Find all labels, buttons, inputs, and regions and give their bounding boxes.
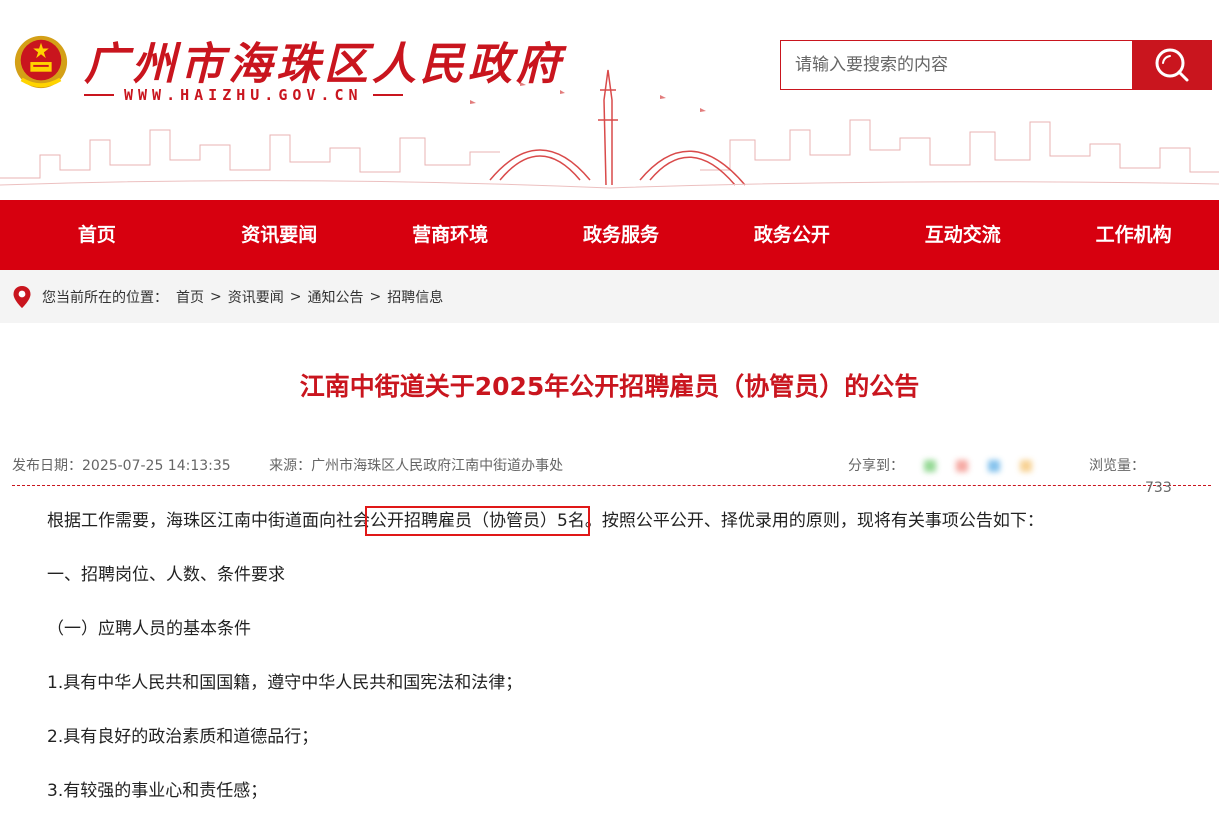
national-emblem-icon [14, 35, 68, 89]
publish-date: 2025-07-25 14:13:35 [82, 458, 231, 474]
article-title: 江南中街道关于2025年公开招聘雇员（协管员）的公告 [299, 372, 920, 401]
source-info: 来源：广州市海珠区人民政府江南中街道办事处 [269, 458, 563, 474]
divider-line [372, 94, 403, 96]
nav-interaction[interactable]: 互动交流 [877, 200, 1048, 270]
search-input[interactable] [781, 41, 1132, 89]
breadcrumb-separator: > [210, 288, 222, 305]
breadcrumb-news[interactable]: 资讯要闻 [228, 287, 284, 307]
source-label: 来源： [269, 458, 312, 474]
breadcrumb-prefix: 您当前所在的位置： [42, 289, 168, 306]
publish-label: 发布日期： [12, 458, 82, 474]
main-nav: 首页 资讯要闻 营商环境 政务服务 政务公开 互动交流 工作机构 [0, 200, 1219, 270]
article-meta: 发布日期：2025-07-25 14:13:35 来源：广州市海珠区人民政府江南… [12, 455, 1211, 496]
search-icon [1155, 48, 1188, 82]
nav-government-affairs-disclosure[interactable]: 政务公开 [706, 200, 877, 270]
divider-line [84, 94, 114, 96]
views-value: 733 [1145, 480, 1172, 496]
site-url-row: WWW.HAIZHU.GOV.CN [84, 86, 403, 104]
search-button[interactable] [1132, 41, 1211, 89]
share-bar: 分享到： [848, 455, 1032, 477]
wechat-share-icon[interactable] [924, 460, 936, 472]
nav-government-services[interactable]: 政务服务 [536, 200, 707, 270]
breadcrumb-recruitment[interactable]: 招聘信息 [387, 287, 443, 307]
condition-item: 2.具有良好的政治素质和道德品行； [47, 727, 319, 747]
search-box [780, 40, 1212, 90]
share-label: 分享到： [848, 458, 904, 474]
subsection-heading: （一）应聘人员的基本条件 [47, 619, 251, 639]
qzone-share-icon[interactable] [1020, 460, 1032, 472]
section-heading: 一、招聘岗位、人数、条件要求 [47, 565, 285, 585]
view-count: 浏览量：733 [1089, 455, 1211, 499]
source-value: 广州市海珠区人民政府江南中街道办事处 [311, 458, 564, 474]
article-body: 根据工作需要，海珠区江南中街道面向社会公开招聘雇员（协管员）5名。按照公平公开、… [0, 486, 1219, 828]
qq-share-icon[interactable] [988, 460, 1000, 472]
nav-news[interactable]: 资讯要闻 [194, 200, 365, 270]
site-title: 广州市海珠区人民政府 [84, 39, 564, 90]
breadcrumb: 您当前所在的位置： 首页 > 资讯要闻 > 通知公告 > 招聘信息 [0, 270, 1219, 323]
location-pin-icon [13, 285, 31, 308]
publish-info: 发布日期：2025-07-25 14:13:35 [12, 458, 231, 474]
breadcrumb-separator: > [289, 288, 302, 305]
paragraph-intro: 根据工作需要，海珠区江南中街道面向社会公开招聘雇员（协管员）5名。按照公平公开、… [47, 504, 1199, 558]
breadcrumb-notices[interactable]: 通知公告 [307, 287, 363, 307]
site-header: 广州市海珠区人民政府 WWW.HAIZHU.GOV.CN [0, 0, 1219, 200]
nav-departments[interactable]: 工作机构 [1048, 200, 1219, 270]
breadcrumb-home[interactable]: 首页 [176, 287, 204, 307]
views-label: 浏览量： [1089, 458, 1145, 474]
nav-home[interactable]: 首页 [0, 200, 194, 270]
condition-item: 1.具有中华人民共和国国籍，遵守中华人民共和国宪法和法律； [47, 673, 523, 693]
weibo-share-icon[interactable] [956, 460, 968, 472]
breadcrumb-separator: > [369, 288, 382, 305]
intro-text-before: 根据工作需要，海珠区江南中街道面向社会 [47, 511, 370, 531]
site-url: WWW.HAIZHU.GOV.CN [124, 86, 363, 104]
highlighted-recruitment-count: 公开招聘雇员（协管员）5名 [365, 506, 590, 536]
article-meta-left: 发布日期：2025-07-25 14:13:35 来源：广州市海珠区人民政府江南… [12, 455, 597, 477]
condition-item: 3.有较强的事业心和责任感； [47, 781, 268, 801]
nav-business-environment[interactable]: 营商环境 [365, 200, 536, 270]
intro-text-after: 。按照公平公开、择优录用的原则，现将有关事项公告如下： [584, 511, 1044, 531]
